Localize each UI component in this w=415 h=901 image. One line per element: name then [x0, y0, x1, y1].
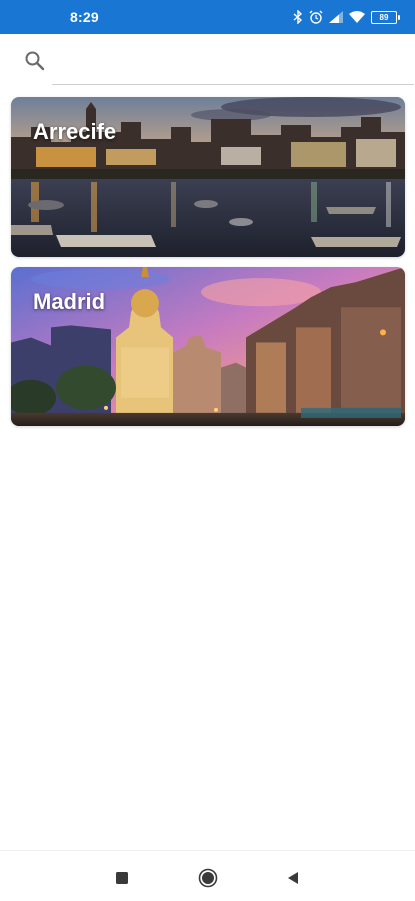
recent-apps-icon[interactable]: [112, 868, 132, 888]
city-name: Madrid: [33, 289, 106, 314]
navigation-bar: [0, 850, 415, 901]
home-icon[interactable]: [198, 868, 218, 888]
status-icons: 89: [293, 8, 400, 26]
city-card-arrecife[interactable]: Arrecife: [11, 97, 405, 257]
search-icon[interactable]: [24, 50, 46, 72]
bluetooth-icon: [293, 10, 303, 24]
alarm-icon: [309, 10, 323, 24]
search-bar: [0, 34, 415, 90]
back-icon[interactable]: [283, 868, 303, 888]
wifi-icon: [349, 11, 365, 23]
city-name: Arrecife: [33, 119, 117, 144]
signal-icon: [329, 11, 343, 23]
city-card-madrid[interactable]: Madrid: [11, 267, 405, 426]
status-time: 8:29: [70, 9, 99, 25]
battery-icon: 89: [371, 10, 400, 24]
status-bar: 8:29 89: [0, 0, 415, 34]
search-input[interactable]: [52, 44, 414, 85]
